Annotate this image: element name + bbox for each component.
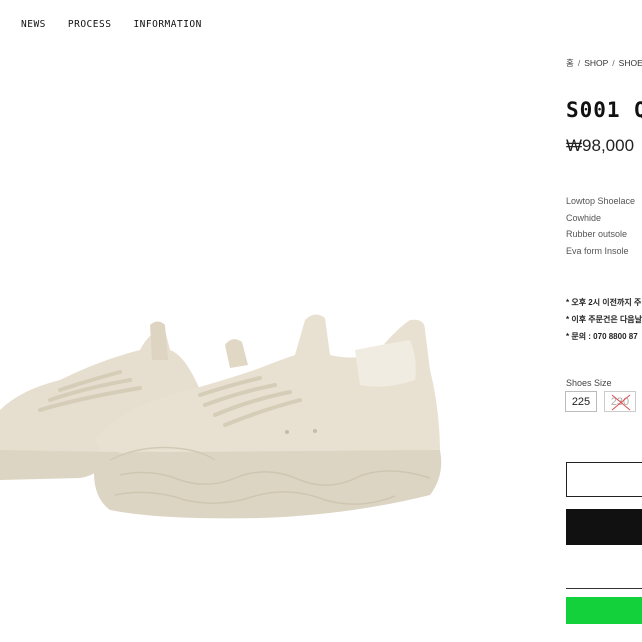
spec-item: Eva form Insole — [566, 245, 629, 256]
buy-now-button[interactable] — [566, 509, 642, 545]
breadcrumb: 홈 / SHOP / SHOE — [566, 58, 642, 68]
notice-item: * 오후 2시 이전까지 주 — [566, 298, 642, 307]
soldout-cross-icon — [611, 394, 631, 411]
breadcrumb-shop[interactable]: SHOP — [584, 58, 608, 68]
shipping-notices: * 오후 2시 이전까지 주 * 이후 주문건은 다음날 * 문의 : 070 … — [566, 294, 642, 345]
size-option-225[interactable]: 225 — [565, 391, 597, 412]
notice-item: * 문의 : 070 8800 87 — [566, 332, 638, 341]
nav-information[interactable]: INFORMATION — [133, 19, 201, 30]
product-price: ₩98,000 — [566, 136, 635, 155]
top-nav: NEWS PROCESS INFORMATION — [21, 19, 202, 30]
spec-item: Rubber outsole — [566, 229, 628, 239]
sneaker-product-image — [0, 314, 442, 519]
breadcrumb-category[interactable]: SHOE — [619, 58, 642, 68]
size-value: 225 — [571, 395, 591, 408]
notice-item: * 이후 주문건은 다음날 — [566, 315, 642, 324]
size-option-230-soldout[interactable]: 230 — [604, 391, 636, 412]
size-label: Shoes Size — [566, 378, 612, 388]
breadcrumb-home[interactable]: 홈 — [566, 58, 574, 68]
nav-process[interactable]: PROCESS — [68, 19, 112, 30]
product-title: S001 Q — [566, 98, 642, 122]
add-to-cart-button[interactable] — [566, 462, 642, 497]
product-specs: Lowtop Shoelace Cowhide Rubber outsole E… — [566, 193, 635, 259]
naver-pay-button[interactable] — [566, 597, 642, 624]
spec-item: Cowhide — [566, 212, 602, 223]
spec-item: Lowtop Shoelace — [566, 196, 636, 206]
size-options: 225 230 — [565, 391, 636, 412]
nav-news[interactable]: NEWS — [21, 19, 46, 30]
divider — [566, 588, 642, 589]
